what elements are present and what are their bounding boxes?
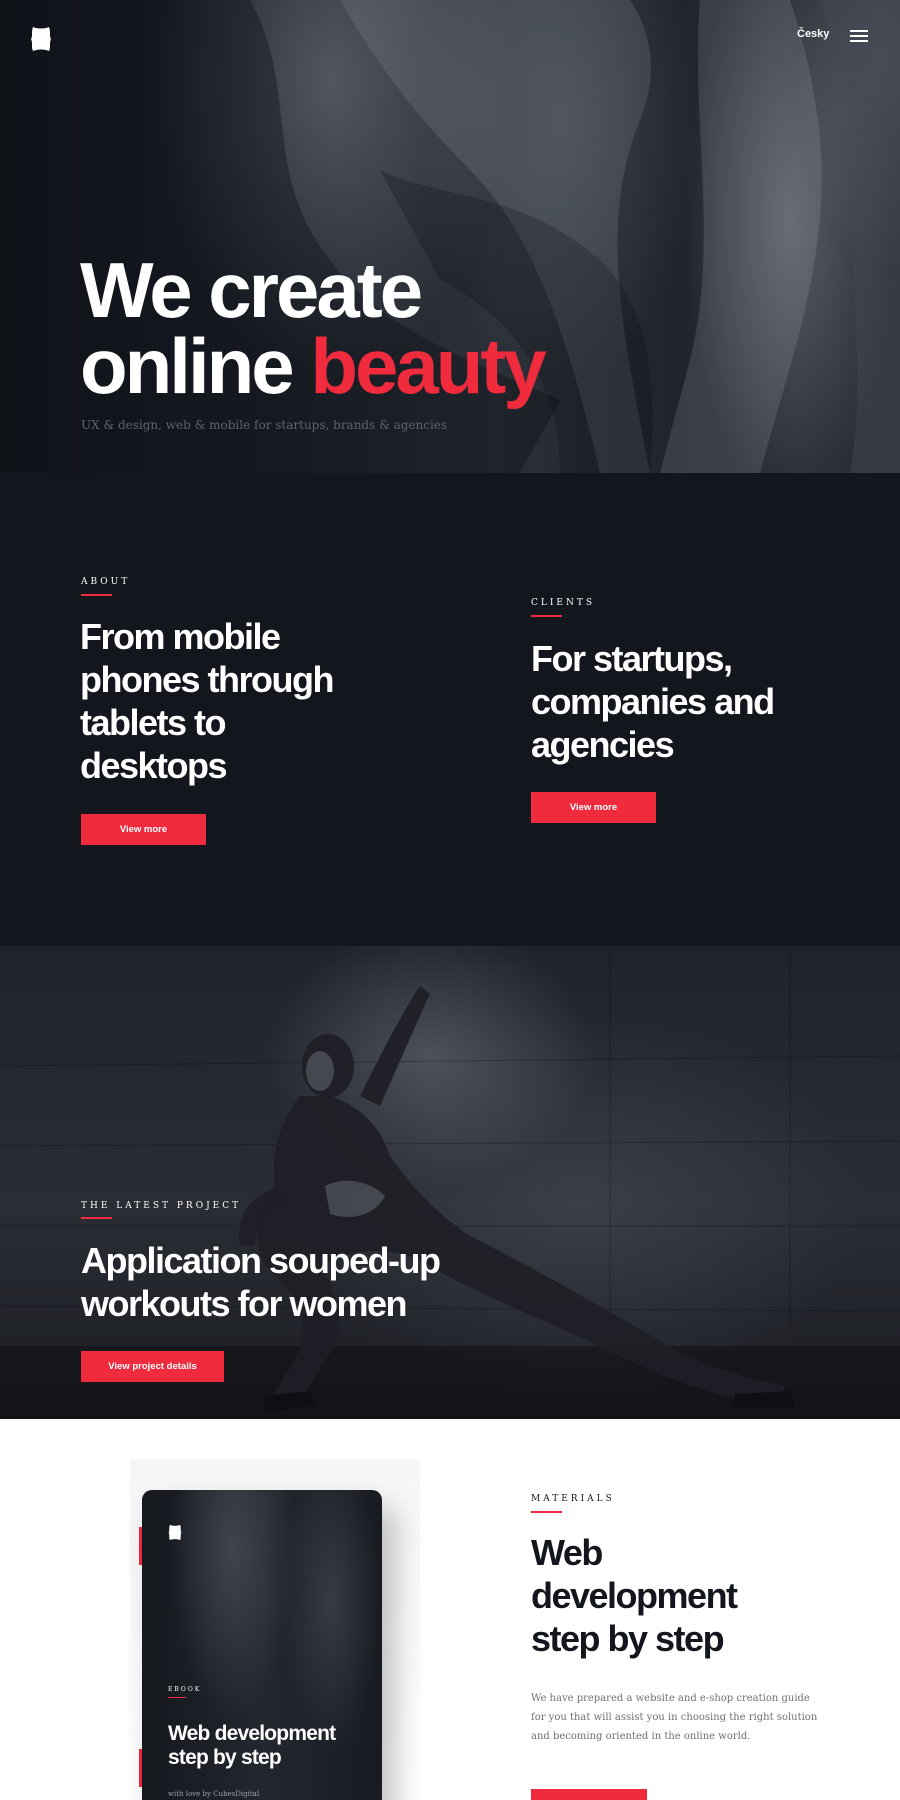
about-heading-line: From mobile — [80, 616, 281, 657]
clients-heading-line: agencies — [531, 724, 675, 765]
about-heading: From mobile phones through tablets to de… — [80, 615, 334, 787]
clients-eyebrow: CLIENTS — [531, 598, 596, 608]
materials-heading-line: Web — [531, 1532, 603, 1573]
hero-title-line1: We create — [80, 246, 423, 334]
materials-eyebrow: MATERIALS — [531, 1494, 615, 1504]
about-heading-line: tablets to — [80, 702, 227, 743]
hero-section: Česky We create online beauty UX & desig… — [0, 0, 900, 473]
materials-heading: Web development step by step — [531, 1531, 738, 1660]
about-eyebrow-underline — [81, 594, 112, 596]
latest-project-section: THE LATEST PROJECT Application souped-up… — [0, 946, 900, 1419]
clients-eyebrow-underline — [531, 615, 562, 617]
project-heading: Application souped-up workouts for women — [81, 1239, 441, 1325]
about-clients-section: ABOUT From mobile phones through tablets… — [0, 473, 900, 946]
clients-heading-line: companies and — [531, 681, 775, 722]
materials-eyebrow-underline — [531, 1511, 562, 1513]
clients-heading-line: For startups, — [531, 638, 733, 679]
view-project-details-button[interactable]: View project details — [81, 1351, 224, 1382]
hero-subtitle: UX & design, web & mobile for startups, … — [81, 418, 448, 432]
ebook-cover[interactable]: EBOOK Web development step by step with … — [142, 1490, 382, 1800]
ebook-eyebrow: EBOOK — [168, 1686, 202, 1693]
ebook-title: Web development step by step — [168, 1722, 336, 1770]
ebook-eyebrow-underline — [168, 1697, 186, 1698]
hero-title-accent: beauty — [310, 322, 546, 410]
project-eyebrow: THE LATEST PROJECT — [81, 1201, 242, 1211]
clients-view-more-button[interactable]: View more — [531, 792, 656, 823]
materials-heading-line: step by step — [531, 1618, 725, 1659]
project-eyebrow-underline — [81, 1217, 112, 1219]
materials-description: We have prepared a website and e-shop cr… — [531, 1693, 818, 1742]
about-heading-line: phones through — [80, 659, 334, 700]
menu-bar — [850, 30, 868, 32]
language-switch-link[interactable]: Česky — [797, 28, 829, 40]
shield-logo-icon[interactable] — [30, 26, 52, 52]
hamburger-menu-icon[interactable] — [850, 30, 868, 42]
about-view-more-button[interactable]: View more — [81, 814, 206, 845]
athlete-photo-background — [0, 946, 900, 1419]
project-heading-line: Application souped-up — [81, 1240, 441, 1281]
ebook-title-line: Web development — [168, 1722, 336, 1745]
menu-bar — [850, 35, 868, 37]
hero-title: We create online beauty — [80, 251, 547, 405]
materials-cta-button[interactable] — [531, 1789, 647, 1800]
clients-heading: For startups, companies and agencies — [531, 637, 775, 766]
materials-section: EBOOK Web development step by step with … — [0, 1419, 900, 1800]
project-heading-line: workouts for women — [81, 1283, 408, 1324]
ebook-credit: with love by CubesDigital — [168, 1790, 260, 1798]
menu-bar — [850, 40, 868, 42]
about-eyebrow: ABOUT — [81, 577, 131, 587]
shield-logo-icon — [168, 1524, 182, 1541]
materials-heading-line: development — [531, 1575, 738, 1616]
ebook-title-line: step by step — [168, 1746, 282, 1769]
about-heading-line: desktops — [80, 745, 228, 786]
hero-title-plain: online — [80, 322, 295, 410]
